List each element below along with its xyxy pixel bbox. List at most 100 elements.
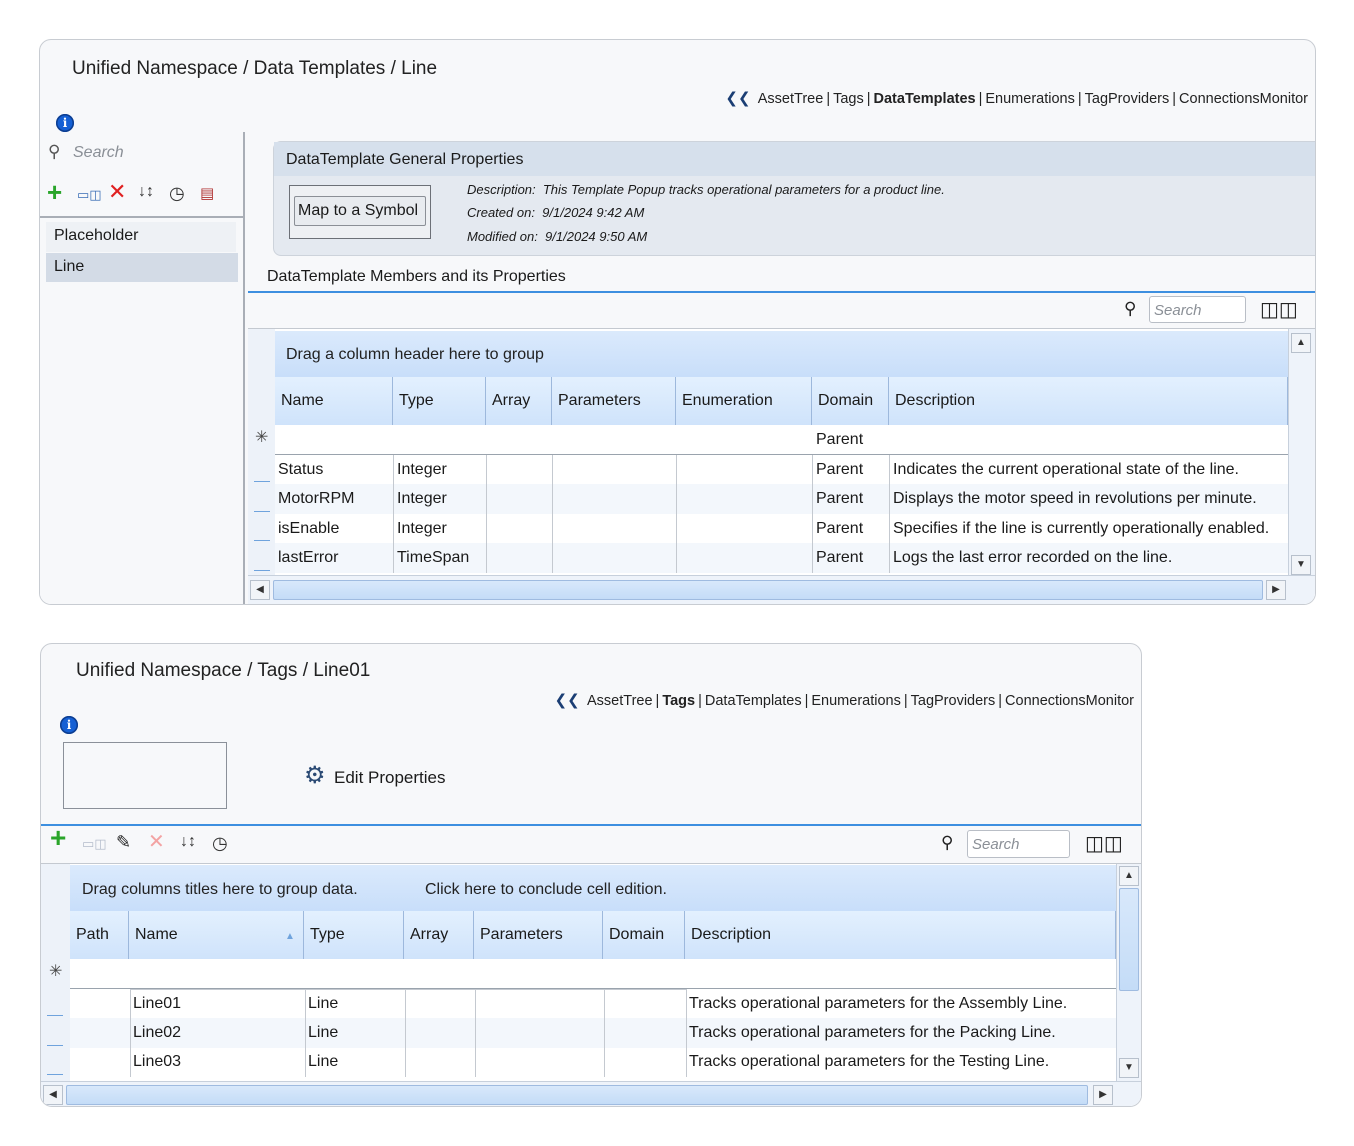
cell-description[interactable]: Specifies if the line is currently opera…	[893, 520, 1269, 538]
cell-description[interactable]: Tracks operational parameters for the As…	[689, 995, 1067, 1013]
cell-type[interactable]: Integer	[397, 490, 447, 508]
sidebar-item-line[interactable]: Line	[46, 253, 238, 282]
column-header-array[interactable]: Array	[486, 377, 552, 425]
nav-enumerations-link[interactable]: Enumerations	[811, 693, 900, 709]
cell-name[interactable]: MotorRPM	[278, 490, 354, 508]
nav-connectionsmonitor-link[interactable]: ConnectionsMonitor	[1179, 91, 1308, 107]
column-header-parameters[interactable]: Parameters	[552, 377, 676, 425]
column-header-description[interactable]: Description	[889, 377, 1288, 425]
edit-pencil-icon[interactable]: ✎	[116, 832, 131, 852]
delete-icon[interactable]: ✕	[108, 181, 126, 203]
symbol-preview-box[interactable]	[63, 742, 227, 809]
sort-icon[interactable]: ↓↕	[180, 832, 196, 852]
map-to-symbol-button[interactable]: Map to a Symbol	[289, 185, 431, 239]
column-header-type[interactable]: Type	[393, 377, 486, 425]
nav-assettree-link[interactable]: AssetTree	[587, 693, 653, 709]
cell-name[interactable]: isEnable	[278, 520, 339, 538]
cell-name[interactable]: Line03	[133, 1053, 181, 1071]
page-breadcrumb: Unified Namespace / Data Templates / Lin…	[72, 58, 438, 79]
cell-description[interactable]: Displays the motor speed in revolutions …	[893, 490, 1257, 508]
scroll-left-button[interactable]: ◀	[250, 580, 270, 600]
cell-description[interactable]: Logs the last error recorded on the line…	[893, 549, 1172, 567]
cell-description[interactable]: Tracks operational parameters for the Pa…	[689, 1024, 1056, 1042]
cell-name[interactable]: Line01	[133, 995, 181, 1013]
cell-domain[interactable]: Parent	[816, 549, 863, 567]
column-header-name[interactable]: Name	[275, 377, 393, 425]
vertical-scrollbar[interactable]: ▲ ▼	[1116, 864, 1141, 1081]
nav-tags-link[interactable]: Tags	[833, 91, 864, 107]
edit-properties-button[interactable]: Edit Properties	[334, 768, 446, 788]
column-chooser-icon[interactable]: ◫◫	[1085, 831, 1123, 856]
nav-tagproviders-link[interactable]: TagProviders	[1085, 91, 1170, 107]
group-panel[interactable]: Drag a column header here to group	[275, 331, 1288, 377]
new-row-domain[interactable]: Parent	[816, 431, 863, 449]
general-properties-title: DataTemplate General Properties	[286, 151, 524, 168]
scroll-down-button[interactable]: ▼	[1119, 1058, 1139, 1078]
sort-icon[interactable]: ↓↕	[138, 182, 154, 202]
horizontal-scrollbar[interactable]: ◀ ▶	[248, 575, 1315, 604]
import-icon[interactable]: ▤	[200, 184, 214, 204]
info-icon[interactable]: i	[60, 716, 78, 734]
nav-tagproviders-link[interactable]: TagProviders	[911, 693, 996, 709]
sidebar-item-label: Placeholder	[54, 227, 139, 244]
cell-type[interactable]: Line	[308, 1053, 338, 1071]
column-header-description[interactable]: Description	[685, 911, 1116, 959]
horizontal-scrollbar[interactable]: ◀ ▶	[41, 1081, 1141, 1106]
row-indicator	[254, 570, 270, 571]
tag-group-icon: ❮❮	[725, 90, 751, 107]
horizontal-scroll-thumb[interactable]	[66, 1085, 1088, 1105]
add-icon[interactable]: +	[47, 179, 62, 205]
cell-type[interactable]: Integer	[397, 461, 447, 479]
nav-enumerations-link[interactable]: Enumerations	[985, 91, 1074, 107]
column-header-type[interactable]: Type	[304, 911, 404, 959]
history-icon[interactable]: ◷	[212, 833, 228, 853]
column-header-name[interactable]: Name	[129, 911, 304, 959]
horizontal-scroll-thumb[interactable]	[273, 580, 1263, 600]
cell-domain[interactable]: Parent	[816, 520, 863, 538]
rename-icon[interactable]: ▭◫	[82, 834, 107, 854]
scroll-right-button[interactable]: ▶	[1093, 1085, 1113, 1105]
cell-name[interactable]: Line02	[133, 1024, 181, 1042]
column-header-array[interactable]: Array	[404, 911, 474, 959]
rename-icon[interactable]: ▭◫	[77, 185, 102, 205]
grid-search-input[interactable]: Search	[1149, 296, 1246, 323]
vertical-scroll-thumb[interactable]	[1119, 888, 1139, 991]
column-chooser-icon[interactable]: ◫◫	[1260, 297, 1298, 322]
history-icon[interactable]: ◷	[169, 183, 185, 203]
group-panel[interactable]: Drag columns titles here to group data. …	[70, 865, 1116, 911]
column-header-path[interactable]: Path	[70, 911, 129, 959]
cell-description[interactable]: Tracks operational parameters for the Te…	[689, 1053, 1049, 1071]
delete-icon[interactable]: ✕	[148, 832, 165, 852]
vertical-scrollbar[interactable]: ▲ ▼	[1288, 329, 1315, 575]
nav-assettree-link[interactable]: AssetTree	[758, 91, 824, 107]
cell-name[interactable]: lastError	[278, 549, 338, 567]
cell-domain[interactable]: Parent	[816, 490, 863, 508]
scroll-left-button[interactable]: ◀	[43, 1085, 63, 1105]
grid-search-input[interactable]: Search	[967, 830, 1070, 858]
cell-name[interactable]: Status	[278, 461, 323, 479]
nav-datatemplates-link[interactable]: DataTemplates	[705, 693, 802, 709]
column-header-domain[interactable]: Domain	[603, 911, 685, 959]
nav-connectionsmonitor-link[interactable]: ConnectionsMonitor	[1005, 693, 1134, 709]
scroll-up-button[interactable]: ▲	[1119, 866, 1139, 886]
cell-type[interactable]: Line	[308, 1024, 338, 1042]
add-icon[interactable]: +	[50, 824, 66, 852]
nav-datatemplates-link[interactable]: DataTemplates	[874, 91, 976, 107]
cell-domain[interactable]: Parent	[816, 461, 863, 479]
conclude-edition-hint[interactable]: Click here to conclude cell edition.	[425, 881, 667, 899]
column-header-domain[interactable]: Domain	[812, 377, 889, 425]
cell-type[interactable]: Line	[308, 995, 338, 1013]
gear-icon[interactable]: ⚙	[304, 761, 326, 790]
column-header-enumeration[interactable]: Enumeration	[676, 377, 812, 425]
info-icon[interactable]: i	[56, 114, 74, 132]
sidebar-item-placeholder[interactable]: Placeholder	[46, 222, 236, 252]
cell-description[interactable]: Indicates the current operational state …	[893, 461, 1239, 479]
cell-type[interactable]: TimeSpan	[397, 549, 469, 567]
sidebar-search-input[interactable]: Search	[73, 144, 124, 162]
scroll-down-button[interactable]: ▼	[1291, 555, 1311, 575]
nav-tags-link[interactable]: Tags	[662, 693, 695, 709]
scroll-up-button[interactable]: ▲	[1291, 333, 1311, 353]
column-header-parameters[interactable]: Parameters	[474, 911, 603, 959]
cell-type[interactable]: Integer	[397, 520, 447, 538]
scroll-right-button[interactable]: ▶	[1266, 580, 1286, 600]
